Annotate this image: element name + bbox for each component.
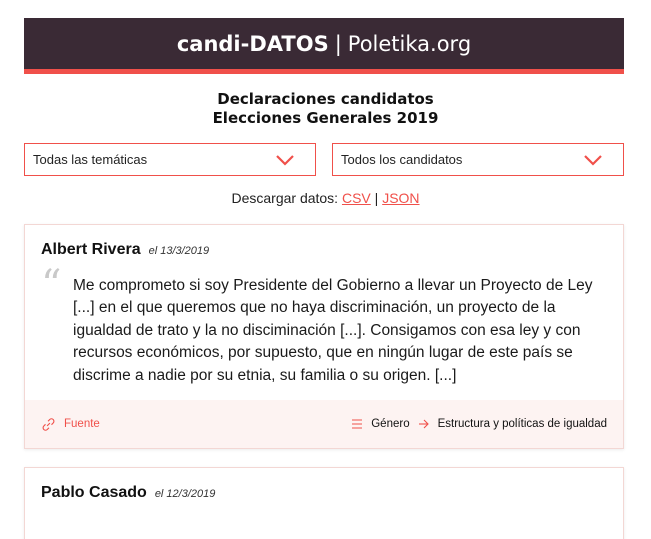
header-separator: | [334,31,342,56]
download-csv-link[interactable]: CSV [342,190,371,206]
arrow-right-icon [418,419,429,429]
download-data: Descargar datos: CSV | JSON [0,190,651,206]
candidatos-select-value: Todos los candidatos [341,152,463,167]
tematicas-select[interactable]: Todas las temáticas [24,143,316,176]
theme-tag[interactable]: Género [371,418,409,430]
page-title: Declaraciones candidatos Elecciones Gene… [0,90,651,128]
statement-date: el 12/3/2019 [154,488,216,500]
topic-tag[interactable]: Estructura y políticas de igualdad [438,418,607,430]
statement-header: Pablo Casado el 12/3/2019 [41,484,215,502]
statement-tags: Género Estructura y políticas de igualda… [343,418,607,430]
statement-footer: Fuente Género Estructura y políticas de … [25,400,623,448]
brand-name[interactable]: candi-DATOS [177,32,329,56]
open-quote-icon: “ [41,262,62,308]
download-json-link[interactable]: JSON [382,190,419,206]
source-label: Fuente [64,418,100,430]
link-icon [42,417,55,431]
statement-card: Albert Rivera el 13/3/2019 “ Me comprome… [24,224,624,449]
chevron-down-icon [276,155,294,166]
page-title-line2: Elecciones Generales 2019 [212,109,439,127]
candidate-name: Albert Rivera [41,241,141,258]
statement-quote: Me comprometo si soy Presidente del Gobi… [73,277,593,384]
statement-card: Pablo Casado el 12/3/2019 [24,467,624,539]
candidate-name: Pablo Casado [41,484,147,501]
page-title-line1: Declaraciones candidatos [217,90,434,108]
download-separator: | [374,190,379,206]
source-link[interactable]: Fuente [41,417,100,432]
candidatos-select[interactable]: Todos los candidatos [332,143,624,176]
download-label: Descargar datos: [231,190,339,206]
tematicas-select-value: Todas las temáticas [33,152,148,167]
header-accent-bar [24,69,624,74]
list-icon [352,419,363,429]
statement-header: Albert Rivera el 13/3/2019 [41,241,209,259]
chevron-down-icon [584,155,602,166]
site-name[interactable]: Poletika.org [348,32,471,56]
statement-date: el 13/3/2019 [148,245,210,257]
site-header: candi-DATOS | Poletika.org [24,18,624,69]
